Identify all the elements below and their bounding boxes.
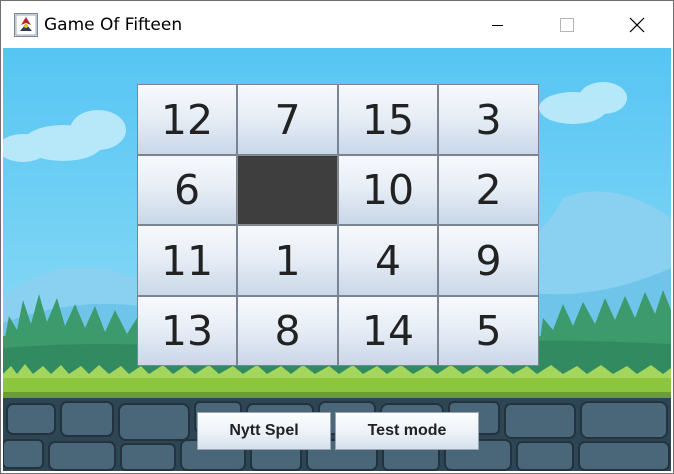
tile-2[interactable]: 2 bbox=[438, 155, 539, 225]
close-icon bbox=[629, 17, 645, 32]
new-game-button[interactable]: Nytt Spel bbox=[197, 412, 331, 450]
puzzle-board: 12 7 15 3 6 10 2 11 1 4 9 13 8 14 5 bbox=[137, 84, 539, 368]
app-icon bbox=[14, 13, 38, 37]
tile-11[interactable]: 11 bbox=[137, 225, 237, 296]
empty-slot bbox=[237, 155, 338, 225]
minimize-icon bbox=[492, 24, 503, 26]
tile-3[interactable]: 3 bbox=[438, 84, 539, 155]
game-window: Game Of Fifteen 12 7 15 3 6 10 2 11 1 4 … bbox=[0, 0, 674, 474]
tile-7[interactable]: 7 bbox=[237, 84, 338, 155]
tile-5[interactable]: 5 bbox=[438, 296, 539, 366]
maximize-button[interactable] bbox=[532, 1, 602, 48]
tile-9[interactable]: 9 bbox=[438, 225, 539, 296]
close-button[interactable] bbox=[602, 1, 672, 48]
tile-12[interactable]: 12 bbox=[137, 84, 237, 155]
tile-6[interactable]: 6 bbox=[137, 155, 237, 225]
tile-1[interactable]: 1 bbox=[237, 225, 338, 296]
tile-15[interactable]: 15 bbox=[338, 84, 438, 155]
window-title: Game Of Fifteen bbox=[44, 15, 183, 35]
game-scene: 12 7 15 3 6 10 2 11 1 4 9 13 8 14 5 Nytt Spel Test mod… bbox=[3, 48, 671, 471]
tile-14[interactable]: 14 bbox=[338, 296, 438, 366]
title-bar[interactable]: Game Of Fifteen bbox=[1, 1, 673, 48]
test-mode-button[interactable]: Test mode bbox=[335, 412, 479, 450]
tile-13[interactable]: 13 bbox=[137, 296, 237, 366]
maximize-icon bbox=[560, 17, 574, 32]
tile-10[interactable]: 10 bbox=[338, 155, 438, 225]
tile-4[interactable]: 4 bbox=[338, 225, 438, 296]
tile-8[interactable]: 8 bbox=[237, 296, 338, 366]
minimize-button[interactable] bbox=[463, 1, 533, 48]
